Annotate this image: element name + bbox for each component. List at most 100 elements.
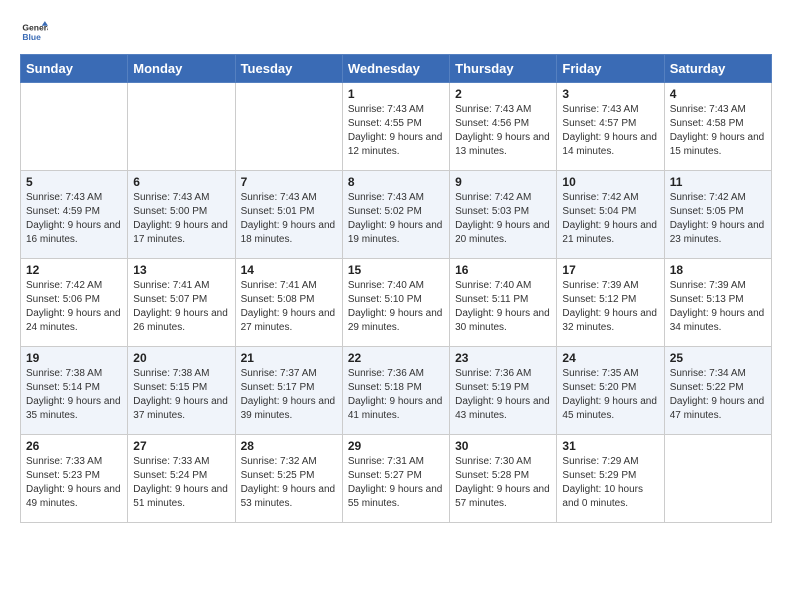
weekday-row: SundayMondayTuesdayWednesdayThursdayFrid… [21,55,772,83]
day-number: 12 [26,263,122,277]
day-number: 10 [562,175,658,189]
svg-text:Blue: Blue [22,32,41,42]
calendar-cell: 22Sunrise: 7:36 AM Sunset: 5:18 PM Dayli… [342,347,449,435]
day-info: Sunrise: 7:38 AM Sunset: 5:14 PM Dayligh… [26,367,122,423]
weekday-header: Wednesday [342,55,449,83]
day-info: Sunrise: 7:43 AM Sunset: 5:00 PM Dayligh… [133,191,229,247]
day-number: 14 [241,263,337,277]
calendar-cell: 25 Sunrise: 7:34 AM Sunset: 5:22 PM Dayli… [664,347,771,435]
day-info: Sunrise: 7:40 AM Sunset: 5:11 PM Dayligh… [455,279,551,335]
day-info: Sunrise: 7:30 AM Sunset: 5:28 PM Dayligh… [455,455,551,511]
calendar-cell: 4Sunrise: 7:43 AM Sunset: 4:58 PM Daylig… [664,83,771,171]
calendar-cell: 18 Sunrise: 7:39 AM Sunset: 5:13 PM Dayli… [664,259,771,347]
day-info: Sunrise: 7:40 AM Sunset: 5:10 PM Dayligh… [348,279,444,335]
header: General Blue [20,18,772,46]
weekday-header: Friday [557,55,664,83]
day-info: Sunrise: 7:42 AM Sunset: 5:05 PM Dayligh… [670,191,766,247]
day-number: 21 [241,351,337,365]
calendar-cell: 15Sunrise: 7:40 AM Sunset: 5:10 PM Dayli… [342,259,449,347]
calendar-week-row: 1 Sunrise: 7:43 AM Sunset: 4:55 PM Daylig… [21,83,772,171]
calendar-week-row: 5 Sunrise: 7:43 AM Sunset: 4:59 PM Daylig… [21,171,772,259]
calendar-cell: 11 Sunrise: 7:42 AM Sunset: 5:05 PM Dayli… [664,171,771,259]
day-number: 8 [348,175,444,189]
calendar-table: SundayMondayTuesdayWednesdayThursdayFrid… [20,54,772,523]
day-number: 7 [241,175,337,189]
calendar-header: SundayMondayTuesdayWednesdayThursdayFrid… [21,55,772,83]
day-info: Sunrise: 7:42 AM Sunset: 5:03 PM Dayligh… [455,191,551,247]
calendar-cell: 30 Sunrise: 7:30 AM Sunset: 5:28 PM Dayli… [450,435,557,523]
day-info: Sunrise: 7:34 AM Sunset: 5:22 PM Dayligh… [670,367,766,423]
calendar-cell: 31 Sunrise: 7:29 AM Sunset: 5:29 PM Dayli… [557,435,664,523]
calendar-cell [235,83,342,171]
weekday-header: Sunday [21,55,128,83]
day-info: Sunrise: 7:38 AM Sunset: 5:15 PM Dayligh… [133,367,229,423]
calendar-cell: 16 Sunrise: 7:40 AM Sunset: 5:11 PM Dayli… [450,259,557,347]
calendar-cell: 21 Sunrise: 7:37 AM Sunset: 5:17 PM Dayli… [235,347,342,435]
day-number: 16 [455,263,551,277]
day-number: 17 [562,263,658,277]
day-number: 19 [26,351,122,365]
calendar-cell: 26 Sunrise: 7:33 AM Sunset: 5:23 PM Dayli… [21,435,128,523]
calendar-week-row: 19 Sunrise: 7:38 AM Sunset: 5:14 PM Dayli… [21,347,772,435]
calendar-cell: 12Sunrise: 7:42 AM Sunset: 5:06 PM Dayli… [21,259,128,347]
day-info: Sunrise: 7:32 AM Sunset: 5:25 PM Dayligh… [241,455,337,511]
day-number: 20 [133,351,229,365]
day-info: Sunrise: 7:37 AM Sunset: 5:17 PM Dayligh… [241,367,337,423]
calendar-cell: 8 Sunrise: 7:43 AM Sunset: 5:02 PM Daylig… [342,171,449,259]
day-info: Sunrise: 7:41 AM Sunset: 5:08 PM Dayligh… [241,279,337,335]
day-info: Sunrise: 7:39 AM Sunset: 5:13 PM Dayligh… [670,279,766,335]
calendar-cell: 24Sunrise: 7:35 AM Sunset: 5:20 PM Dayli… [557,347,664,435]
day-info: Sunrise: 7:43 AM Sunset: 5:01 PM Dayligh… [241,191,337,247]
calendar-cell: 5 Sunrise: 7:43 AM Sunset: 4:59 PM Daylig… [21,171,128,259]
day-number: 18 [670,263,766,277]
calendar-cell: 13 Sunrise: 7:41 AM Sunset: 5:07 PM Dayli… [128,259,235,347]
weekday-header: Thursday [450,55,557,83]
day-number: 6 [133,175,229,189]
day-info: Sunrise: 7:31 AM Sunset: 5:27 PM Dayligh… [348,455,444,511]
calendar-cell: 9 Sunrise: 7:42 AM Sunset: 5:03 PM Daylig… [450,171,557,259]
calendar-cell: 6 Sunrise: 7:43 AM Sunset: 5:00 PM Daylig… [128,171,235,259]
day-number: 2 [455,87,551,101]
calendar-cell: 17 Sunrise: 7:39 AM Sunset: 5:12 PM Dayli… [557,259,664,347]
day-number: 31 [562,439,658,453]
day-info: Sunrise: 7:43 AM Sunset: 4:59 PM Dayligh… [26,191,122,247]
day-number: 27 [133,439,229,453]
weekday-header: Monday [128,55,235,83]
day-info: Sunrise: 7:43 AM Sunset: 4:56 PM Dayligh… [455,103,551,159]
day-number: 25 [670,351,766,365]
day-number: 29 [348,439,444,453]
calendar-cell: 1 Sunrise: 7:43 AM Sunset: 4:55 PM Daylig… [342,83,449,171]
day-info: Sunrise: 7:43 AM Sunset: 4:55 PM Dayligh… [348,103,444,159]
calendar-cell: 28Sunrise: 7:32 AM Sunset: 5:25 PM Dayli… [235,435,342,523]
day-number: 23 [455,351,551,365]
day-info: Sunrise: 7:33 AM Sunset: 5:23 PM Dayligh… [26,455,122,511]
calendar-cell: 3Sunrise: 7:43 AM Sunset: 4:57 PM Daylig… [557,83,664,171]
day-info: Sunrise: 7:36 AM Sunset: 5:18 PM Dayligh… [348,367,444,423]
calendar-cell: 20 Sunrise: 7:38 AM Sunset: 5:15 PM Dayli… [128,347,235,435]
weekday-header: Saturday [664,55,771,83]
logo-icon: General Blue [20,18,48,46]
day-info: Sunrise: 7:33 AM Sunset: 5:24 PM Dayligh… [133,455,229,511]
day-number: 5 [26,175,122,189]
day-number: 9 [455,175,551,189]
day-number: 1 [348,87,444,101]
day-info: Sunrise: 7:42 AM Sunset: 5:04 PM Dayligh… [562,191,658,247]
calendar-cell [128,83,235,171]
calendar-week-row: 26 Sunrise: 7:33 AM Sunset: 5:23 PM Dayli… [21,435,772,523]
calendar-body: 1 Sunrise: 7:43 AM Sunset: 4:55 PM Daylig… [21,83,772,523]
calendar-cell [664,435,771,523]
day-number: 11 [670,175,766,189]
day-number: 13 [133,263,229,277]
calendar-cell: 2 Sunrise: 7:43 AM Sunset: 4:56 PM Daylig… [450,83,557,171]
day-number: 3 [562,87,658,101]
day-number: 26 [26,439,122,453]
day-info: Sunrise: 7:41 AM Sunset: 5:07 PM Dayligh… [133,279,229,335]
day-info: Sunrise: 7:29 AM Sunset: 5:29 PM Dayligh… [562,455,658,511]
weekday-header: Tuesday [235,55,342,83]
calendar-cell: 27 Sunrise: 7:33 AM Sunset: 5:24 PM Dayli… [128,435,235,523]
day-number: 30 [455,439,551,453]
page: General Blue SundayMondayTuesdayWednesda… [0,0,792,541]
calendar-cell: 23Sunrise: 7:36 AM Sunset: 5:19 PM Dayli… [450,347,557,435]
day-info: Sunrise: 7:39 AM Sunset: 5:12 PM Dayligh… [562,279,658,335]
day-info: Sunrise: 7:43 AM Sunset: 5:02 PM Dayligh… [348,191,444,247]
